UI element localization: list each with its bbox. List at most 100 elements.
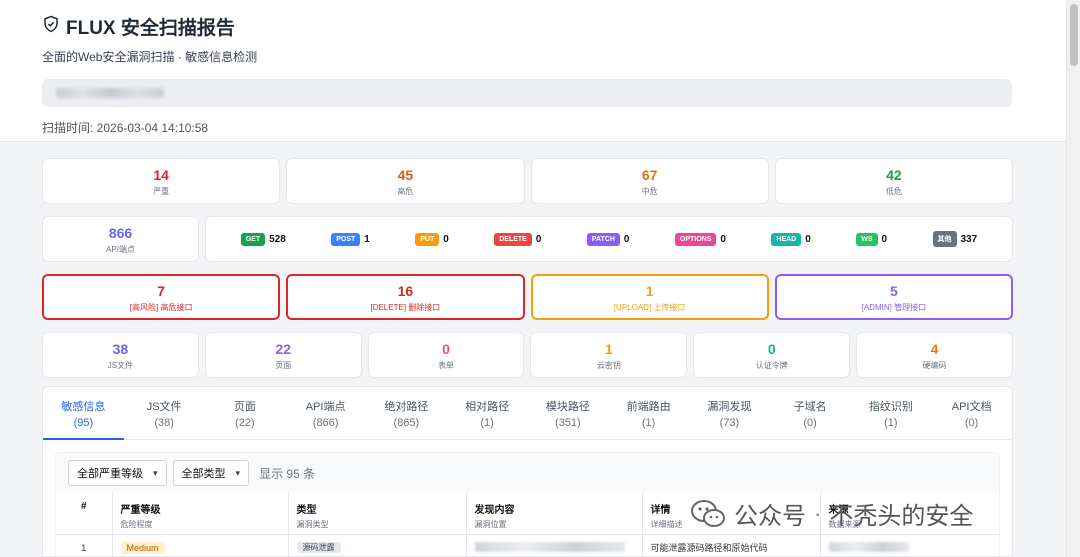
stat-number: 38 [112,340,129,357]
tab-1[interactable]: JS文件 (38) [124,387,205,439]
stat-number: 0 [767,340,776,357]
stat-label: 云密钥 [596,360,621,370]
method-tag: PUT [415,232,440,246]
watermark-brand: 公众号 [734,503,806,530]
risk-number: 5 [889,282,898,299]
method-8: 其他 337 [932,231,977,247]
method-count: 0 [443,233,449,245]
col-type[interactable]: 类型 漏洞类型 [288,493,467,535]
tab-label: 指纹识别 [868,400,913,413]
stat-high: 45 高危 [286,158,525,204]
redacted-source [828,541,909,552]
stat-label: 严重 [153,186,170,196]
col-content[interactable]: 发现内容 漏洞位置 [466,493,643,535]
tab-5[interactable]: 相对路径 (1) [447,387,528,439]
tab-2[interactable]: 页面 (22) [205,387,286,439]
col-severity[interactable]: 严重等级 危险程度 [112,493,289,535]
row-content [466,534,643,556]
risk-card-1[interactable]: 16 [DELETE] 删除接口 [286,274,525,320]
method-tag: GET [240,232,266,246]
tab-label: 模块路径 [545,400,590,413]
tab-0[interactable]: 敏感信息 (95) [43,387,124,440]
tab-8[interactable]: 漏洞发现 (73) [689,387,770,439]
stat-api-total: 866 API端点 [42,216,199,262]
scan-time: 扫描时间: 2026-03-04 14:10:58 [42,121,209,135]
tab-count: (866) [312,416,339,429]
row-index: 1 [56,534,113,556]
tab-label: JS文件 [146,400,182,413]
risk-label: [高风险] 高危接口 [129,302,193,312]
stat-number: 67 [641,166,658,183]
severity-badge: Medium [120,541,165,554]
stat-label: 高危 [397,186,414,196]
stat-number: 14 [153,166,169,183]
tab-10[interactable]: 指纹识别 (1) [851,387,932,439]
page-subtitle: 全面的Web安全漏洞扫描 · 敏感信息检测 [42,50,258,64]
tab-count: (95) [73,416,94,429]
api-row: 866 API端点 GET 528 POST 1 PUT 0 DELETE 0 PATCH 0 OPT… [42,216,1013,262]
wechat-icon [690,499,726,529]
type-badge: 源码泄露 [296,542,341,553]
severity-filter-select[interactable]: 全部严重等级 ▾ [68,460,167,486]
method-count: 0 [623,233,630,245]
severity-filter-value: 全部严重等级 [77,468,143,480]
row-detail: 可能泄露源码路径和原始代码 [642,534,821,556]
stat-label: 中危 [641,186,658,196]
tab-4[interactable]: 绝对路径 (865) [366,387,447,439]
resource-row: 38 JS文件 22 页面 0 表单 1 云密钥 0 认证令牌 4 硬编码 [42,332,1013,378]
tab-label: 子域名 [793,400,827,413]
tab-count: (1) [884,416,898,429]
chevron-down-icon: ▾ [153,467,158,478]
result-count: 显示 95 条 [259,466,316,481]
wechat-watermark: 公众号 · 不秃头的安全 [690,496,973,531]
tab-label: API文档 [951,400,992,413]
risk-label: [UPLOAD] 上传接口 [613,302,686,312]
col-title: 详情 [650,505,671,516]
stat-label: 硬编码 [922,360,947,370]
stat-label: API端点 [106,244,135,254]
risk-card-0[interactable]: 7 [高风险] 高危接口 [42,274,281,320]
tab-6[interactable]: 模块路径 (351) [528,387,609,439]
redacted-content [474,541,625,552]
scrollbar-thumb[interactable] [1070,4,1078,66]
col-subtitle: 漏洞位置 [474,520,507,529]
stat-number: 45 [397,166,414,183]
method-count: 0 [720,233,726,245]
method-tag: PATCH [586,232,620,246]
tab-label: 敏感信息 [61,400,106,413]
stat-label: 页面 [275,360,292,370]
target-url-bar [42,79,1012,107]
method-count: 1 [364,233,370,245]
tab-7[interactable]: 前端路由 (1) [608,387,689,439]
method-7: WS 0 [856,232,887,246]
tab-count: (0) [964,416,979,429]
method-count: 0 [805,233,811,245]
stat-number: 0 [442,340,450,357]
risk-number: 16 [397,282,414,299]
method-1: POST 1 [331,232,370,246]
tab-9[interactable]: 子域名 (0) [770,387,851,439]
stat-number: 22 [275,340,292,357]
tab-count: (351) [555,416,581,429]
risk-label: [DELETE] 删除接口 [370,302,441,312]
stat-critical: 14 严重 [42,158,281,204]
col-index[interactable]: # [56,493,113,535]
table-row[interactable]: 1 Medium 源码泄露 可能泄露源码路径和原始代码 [56,534,999,556]
stat-label: JS文件 [107,360,134,370]
tab-count: (1) [480,416,494,429]
col-subtitle: 危险程度 [120,520,153,529]
tab-11[interactable]: API文档 (0) [931,387,1012,439]
method-tag: HEAD [771,232,802,246]
risk-card-3[interactable]: 5 [ADMIN] 管理接口 [774,274,1013,320]
type-filter-select[interactable]: 全部类型 ▾ [172,460,250,486]
results-panel: 敏感信息 (95) JS文件 (38) 页面 (22) API端点 (866) 绝对路径 (865… [42,386,1013,557]
tab-label: API端点 [305,400,346,413]
row-severity: Medium [112,534,289,556]
chevron-down-icon: ▾ [235,467,241,478]
risk-card-2[interactable]: 1 [UPLOAD] 上传接口 [530,274,769,320]
method-4: PATCH 0 [586,232,630,246]
page-scrollbar[interactable] [1066,0,1080,557]
tab-3[interactable]: API端点 (866) [285,387,366,439]
redacted-target [56,88,164,98]
stat-label: 低危 [885,186,902,196]
